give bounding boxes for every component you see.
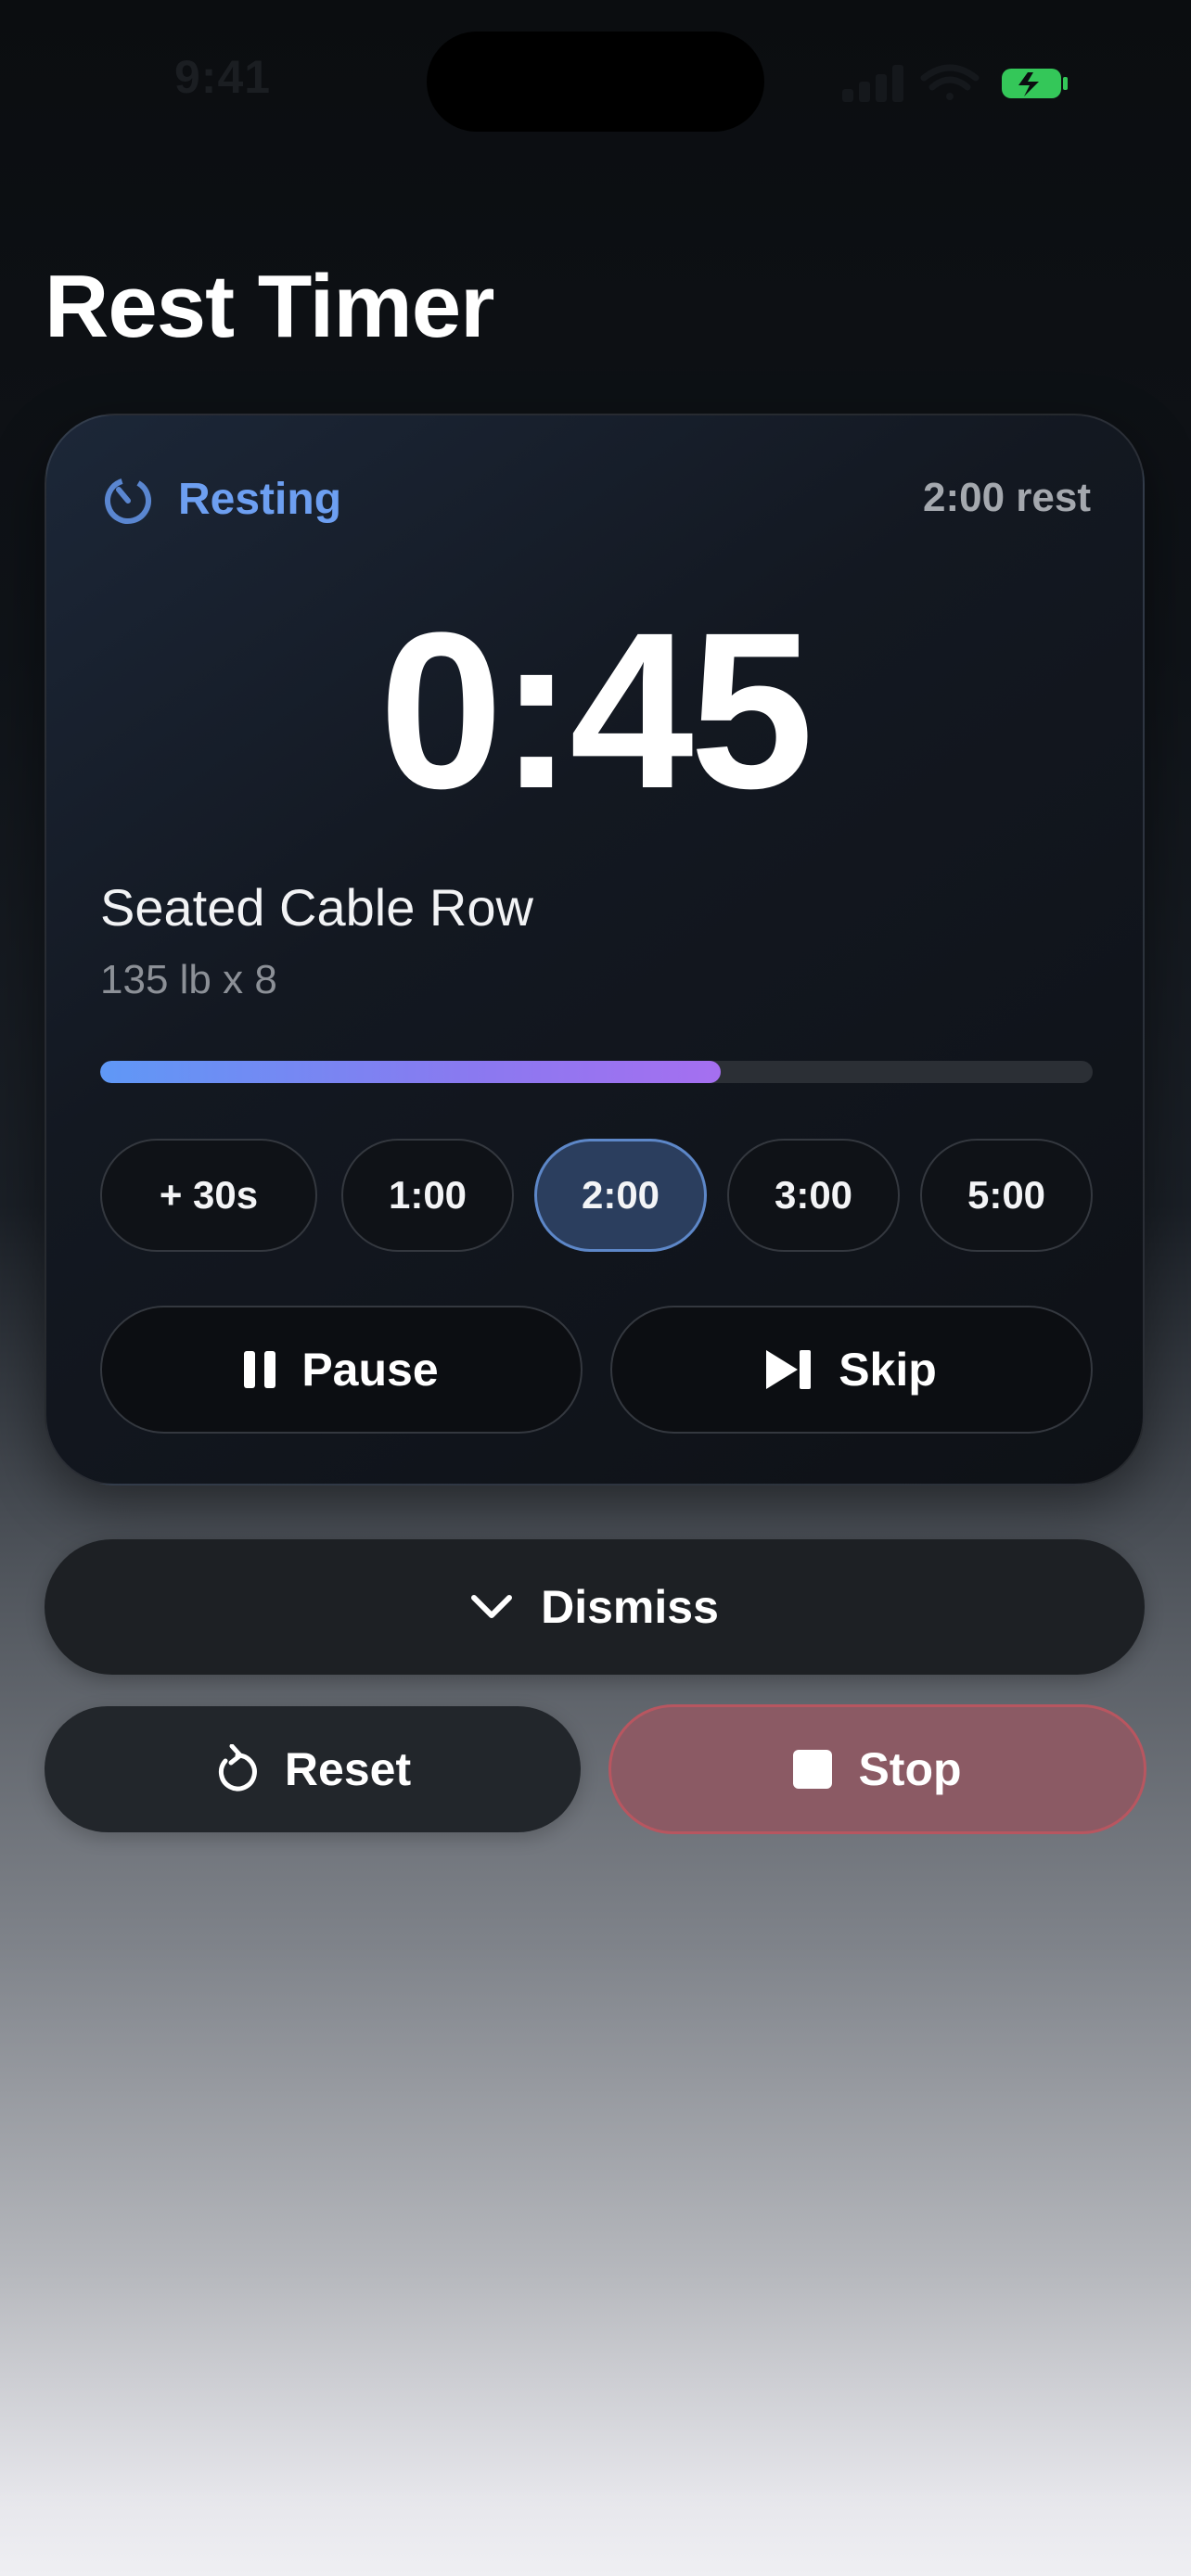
preset-2min-button[interactable]: 2:00	[534, 1139, 707, 1252]
dismiss-button[interactable]: Dismiss	[45, 1539, 1145, 1675]
rest-progress-bar	[100, 1061, 1093, 1083]
status-icons	[842, 61, 1069, 104]
timer-icon	[105, 478, 151, 524]
preset-add-30s-button[interactable]: + 30s	[100, 1139, 317, 1252]
dismiss-button-label: Dismiss	[541, 1581, 719, 1633]
pause-button[interactable]: Pause	[100, 1306, 583, 1434]
pause-icon	[244, 1351, 276, 1388]
preset-1min-button[interactable]: 1:00	[341, 1139, 514, 1252]
reset-button-label: Reset	[284, 1743, 412, 1795]
chevron-down-icon	[471, 1595, 513, 1618]
skip-forward-icon	[766, 1350, 812, 1389]
wifi-icon	[920, 64, 980, 100]
stop-icon	[793, 1750, 833, 1789]
preset-3min-button[interactable]: 3:00	[727, 1139, 900, 1252]
timer-state: Resting	[100, 471, 341, 527]
rest-progress-fill	[100, 1061, 721, 1083]
rest-duration-label: 2:00 rest	[922, 475, 1091, 520]
page-title: Rest Timer	[45, 257, 494, 356]
skip-button-label: Skip	[839, 1344, 937, 1396]
dynamic-island	[427, 32, 764, 132]
timer-card: Resting 2:00 rest 0:45 Seated Cable Row …	[45, 414, 1145, 1486]
pause-button-label: Pause	[301, 1344, 439, 1396]
battery-icon	[1002, 69, 1068, 98]
reset-icon	[218, 1744, 257, 1792]
countdown-display: 0:45	[378, 586, 813, 835]
exercise-detail: 135 lb x 8	[100, 957, 277, 1002]
skip-button[interactable]: Skip	[610, 1306, 1093, 1434]
status-time: 9:41	[174, 51, 272, 103]
preset-5min-button[interactable]: 5:00	[920, 1139, 1093, 1252]
stop-button-label: Stop	[858, 1743, 962, 1795]
timer-controls: Pause Skip	[100, 1306, 1093, 1434]
cellular-signal-icon	[842, 65, 903, 102]
stop-button[interactable]: Stop	[608, 1704, 1146, 1834]
preset-chips: + 30s 1:00 2:00 3:00 5:00	[100, 1139, 1093, 1252]
timer-state-label: Resting	[178, 474, 342, 524]
reset-button[interactable]: Reset	[45, 1706, 581, 1832]
exercise-name: Seated Cable Row	[100, 878, 533, 937]
